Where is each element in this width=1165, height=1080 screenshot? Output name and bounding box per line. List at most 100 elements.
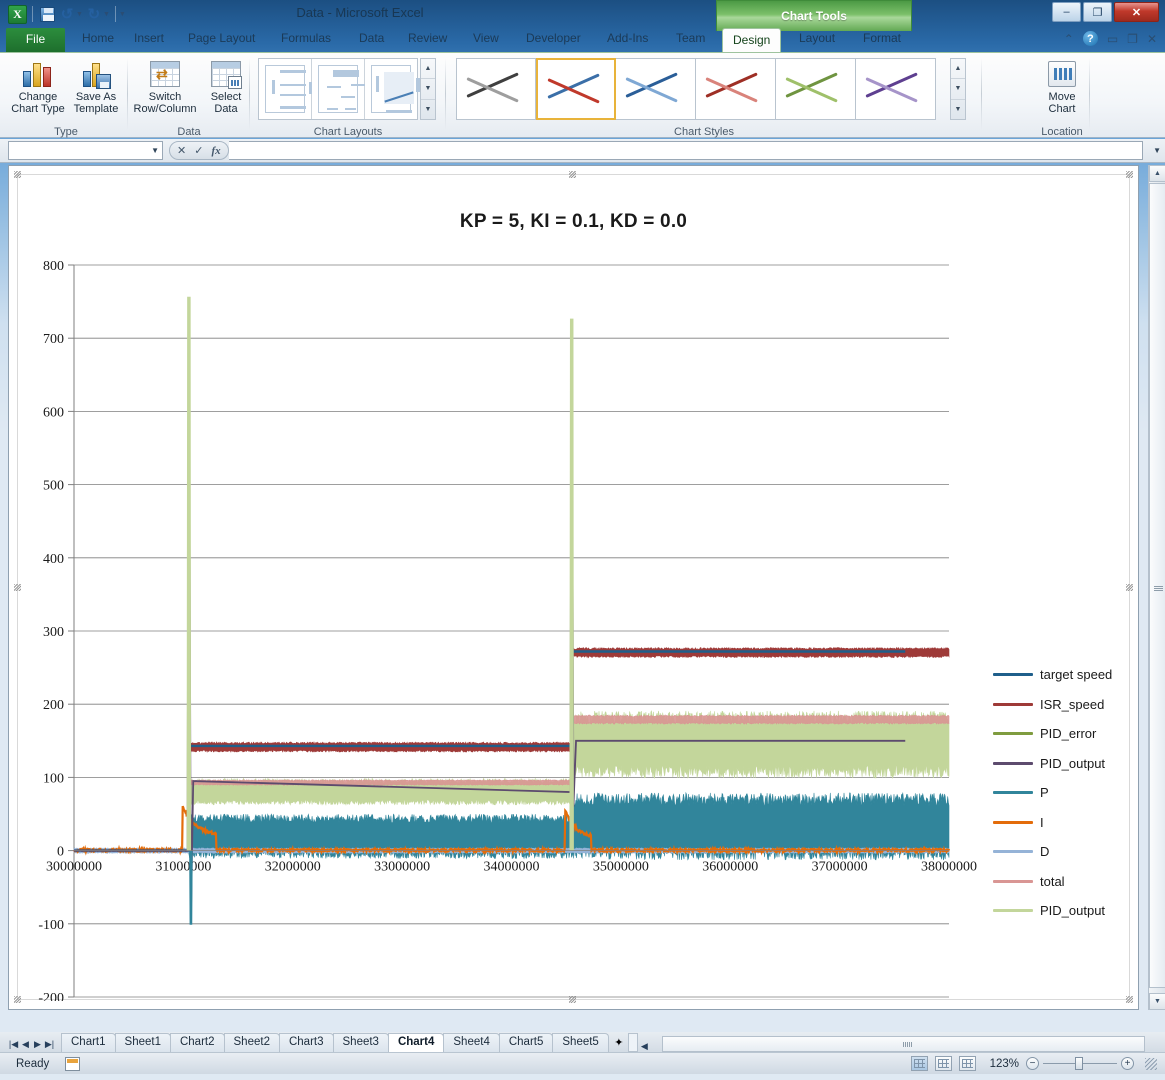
legend-entry[interactable]: ISR_speed [993,690,1143,720]
insert-worksheet-icon[interactable]: ✦ [610,1033,628,1052]
tab-team[interactable]: Team [666,28,715,52]
chart-layouts-gallery[interactable] [258,58,425,120]
cancel-formula-icon[interactable]: ✕ [177,144,186,157]
chart-layouts-scroll-up-icon[interactable]: ▲ [421,59,435,80]
name-box[interactable]: ▼ [8,141,163,160]
x-tick-label-31000000: 31000000 [155,860,211,875]
tab-insert[interactable]: Insert [124,28,174,52]
insert-function-icon[interactable]: fx [211,145,220,157]
chart-layouts-more-icon[interactable]: ▼ [421,100,435,119]
chart-styles-more-icon[interactable]: ▼ [951,100,965,119]
vertical-scroll-thumb[interactable] [1149,183,1165,988]
chart-style-option-1[interactable] [456,58,536,120]
tab-format[interactable]: Format [853,28,911,52]
switch-row-column-button[interactable]: ⇄ Switch Row/Column [134,57,196,123]
last-sheet-icon[interactable]: ▶| [44,1039,55,1050]
sheet-tab-sheet1[interactable]: Sheet1 [114,1033,171,1052]
tab-add-ins[interactable]: Add-Ins [597,28,658,52]
zoom-slider-track[interactable] [1043,1057,1117,1070]
legend-entry[interactable]: P [993,778,1143,808]
expand-formula-bar-icon[interactable]: ▼ [1153,146,1161,155]
zoom-slider[interactable]: − + [1026,1057,1134,1070]
workbook-restore-icon[interactable]: ❐ [1127,32,1138,46]
first-sheet-icon[interactable]: |◀ [8,1039,19,1050]
name-box-dropdown-icon[interactable]: ▼ [151,146,159,155]
sheet-tab-chart1[interactable]: Chart1 [61,1033,116,1052]
sheet-tab-chart3[interactable]: Chart3 [278,1033,334,1052]
next-sheet-icon[interactable]: ▶ [32,1039,43,1050]
collapse-ribbon-icon[interactable]: ⌃ [1064,32,1074,46]
chart-layouts-scroll-spinner[interactable]: ▲ ▼ ▼ [420,58,436,120]
zoom-out-icon[interactable]: − [1026,1057,1039,1070]
tab-home[interactable]: Home [72,28,124,52]
chart-style-option-3[interactable] [616,58,696,120]
chart-layout-option-3[interactable] [364,59,425,119]
tab-view[interactable]: View [463,28,509,52]
tab-scroll-left-icon[interactable]: ◀ [641,1041,648,1052]
tab-developer[interactable]: Developer [516,28,591,52]
tab-file[interactable]: File [6,28,65,52]
normal-view-button[interactable] [911,1056,928,1071]
scroll-down-icon[interactable]: ▼ [1149,993,1165,1010]
chart-layouts-scroll-down-icon[interactable]: ▼ [421,79,435,100]
page-break-view-button[interactable] [959,1056,976,1071]
change-chart-type-button[interactable]: Change Chart Type [10,57,66,123]
horizontal-scroll-track[interactable] [661,1036,1145,1052]
macro-record-icon[interactable] [65,1056,81,1071]
legend-entry[interactable]: target speed [993,660,1143,690]
tab-layout[interactable]: Layout [789,28,845,52]
chart-layout-option-1[interactable] [259,59,319,119]
help-icon[interactable]: ? [1082,31,1098,46]
chart-layout-option-2[interactable] [311,59,365,119]
sheet-tab-chart5[interactable]: Chart5 [498,1033,554,1052]
window-resize-grip[interactable] [1145,1057,1157,1070]
tab-data[interactable]: Data [349,28,394,52]
chart-styles-gallery[interactable] [456,58,936,120]
chart-styles-scroll-spinner[interactable]: ▲ ▼ ▼ [950,58,966,120]
chart-style-option-5[interactable] [776,58,856,120]
chart-styles-scroll-up-icon[interactable]: ▲ [951,59,965,80]
zoom-slider-thumb[interactable] [1075,1057,1083,1070]
prev-sheet-icon[interactable]: ◀ [20,1039,31,1050]
sheet-tab-sheet5[interactable]: Sheet5 [552,1033,609,1052]
legend-entry[interactable]: I [993,808,1143,838]
formula-input[interactable] [228,141,1143,160]
chart-plot-area[interactable]: -200 -100 0 100 200 300 400 500 600 700 800 3000000… [18,175,1131,1001]
chart-style-option-6[interactable] [856,58,936,120]
minimize-button[interactable]: – [1052,2,1081,22]
workbook-minimize-icon[interactable]: ▭ [1107,32,1118,46]
chart-legend[interactable]: target speed ISR_speed PID_error PID_output… [993,660,1143,926]
chart-object[interactable]: KP = 5, KI = 0.1, KD = 0.0 -200 -100 0 100 2… [17,174,1131,1001]
chart-style-option-2[interactable] [536,58,616,120]
tab-formulas[interactable]: Formulas [271,28,341,52]
tab-split-handle[interactable] [627,1033,638,1052]
sheet-tab-sheet2[interactable]: Sheet2 [223,1033,280,1052]
move-chart-button[interactable]: Move Chart [1034,57,1090,123]
select-data-button[interactable]: Select Data [198,57,254,123]
tab-page-layout[interactable]: Page Layout [178,28,265,52]
restore-button[interactable]: ❐ [1083,2,1112,22]
workbook-close-icon[interactable]: ✕ [1147,32,1157,46]
sheet-tab-sheet4[interactable]: Sheet4 [443,1033,500,1052]
zoom-level-label[interactable]: 123% [983,1058,1019,1070]
chart-styles-scroll-down-icon[interactable]: ▼ [951,79,965,100]
page-layout-view-button[interactable] [935,1056,952,1071]
x-tick-label-30000000: 30000000 [46,860,102,875]
legend-entry[interactable]: D [993,837,1143,867]
zoom-in-icon[interactable]: + [1121,1057,1134,1070]
tab-review[interactable]: Review [398,28,457,52]
legend-entry[interactable]: total [993,867,1143,897]
legend-entry[interactable]: PID_output [993,749,1143,779]
sheet-tab-chart4[interactable]: Chart4 [387,1033,445,1052]
legend-entry[interactable]: PID_error [993,719,1143,749]
chart-style-option-4[interactable] [696,58,776,120]
scroll-up-icon[interactable]: ▲ [1149,165,1165,182]
sheet-tab-chart2[interactable]: Chart2 [169,1033,225,1052]
enter-formula-icon[interactable]: ✓ [194,144,203,157]
close-button[interactable]: ✕ [1114,2,1159,22]
tab-design[interactable]: Design [722,28,782,52]
legend-entry[interactable]: PID_output [993,896,1143,926]
sheet-tab-sheet3[interactable]: Sheet3 [332,1033,389,1052]
save-as-template-button[interactable]: Save As Template [68,57,124,123]
vertical-scrollbar[interactable]: ▲ ▼ [1148,165,1165,1010]
